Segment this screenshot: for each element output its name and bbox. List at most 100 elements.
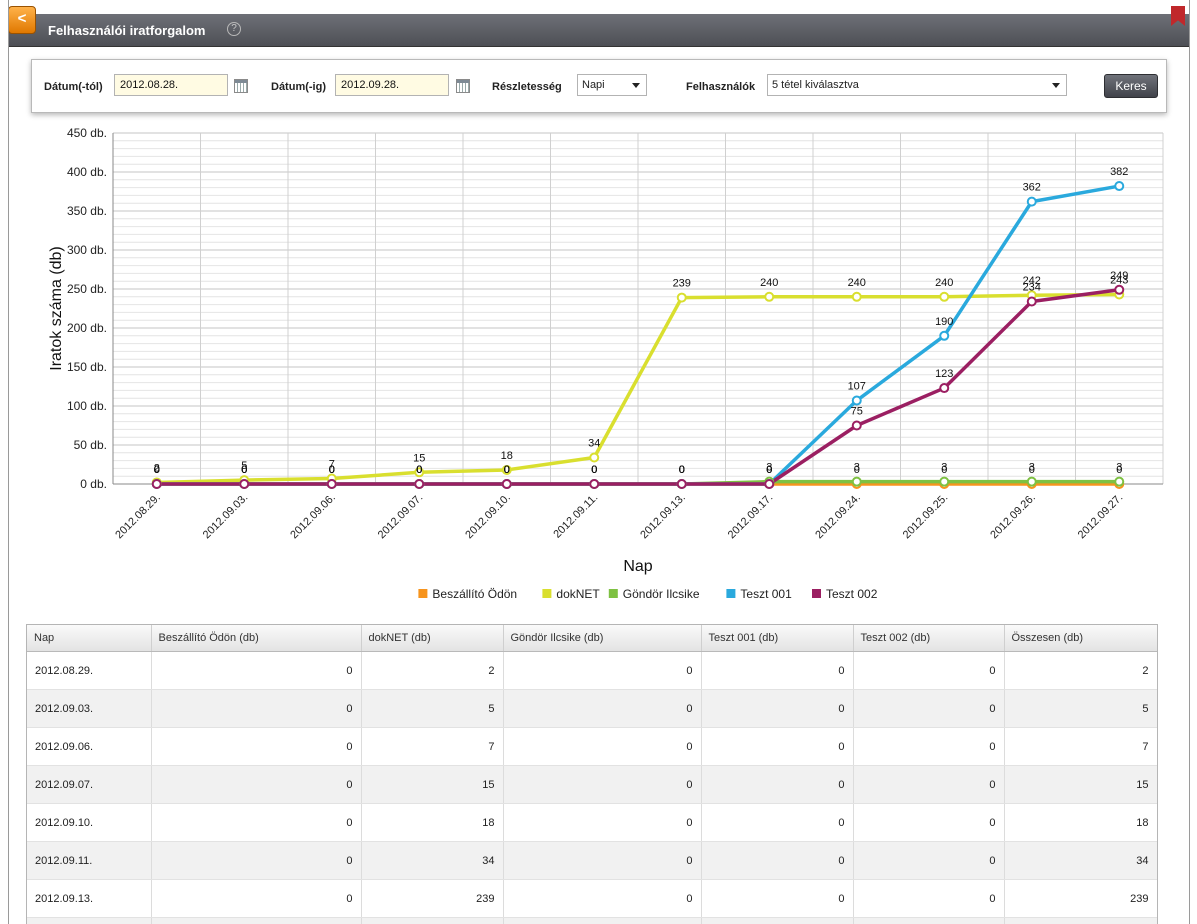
row-value-cell: 0 [701,765,854,804]
legend-label: dokNET [556,587,600,601]
data-label: 234 [1023,281,1041,293]
data-label: 249 [1110,270,1128,282]
row-value-cell [361,917,504,924]
data-label: 0 [329,464,335,476]
data-point[interactable] [1026,196,1037,207]
data-point[interactable] [1114,476,1125,487]
data-point[interactable] [851,476,862,487]
data-point[interactable] [676,479,687,489]
data-point[interactable] [851,420,862,431]
data-label: 18 [501,450,513,462]
x-tick-label: 2012.08.29. [113,492,163,542]
row-value-cell: 0 [853,803,1005,842]
data-point[interactable] [851,395,862,406]
column-header[interactable]: Beszállító Ödön (db) [151,625,362,652]
row-value-cell: 2 [361,651,504,690]
x-tick-label: 2012.09.24. [813,492,863,542]
row-date-cell: 2012.09.07. [27,765,152,804]
data-point[interactable] [939,383,950,394]
y-tick-label: 50 db. [74,438,107,452]
row-value-cell: 7 [1004,727,1157,766]
table-row[interactable]: 2012.09.11. 0 34 0 0 0 34 [27,841,1157,880]
data-point[interactable] [501,479,512,489]
row-date-cell [27,917,152,924]
row-date-cell: 2012.09.13. [27,879,152,918]
data-point[interactable] [939,476,950,487]
data-point[interactable] [1026,296,1037,307]
row-value-cell: 0 [503,765,702,804]
data-label: 0 [679,464,685,476]
x-tick-label: 2012.09.25. [901,492,951,542]
legend-label: Teszt 001 [740,587,792,601]
y-tick-label: 300 db. [67,243,107,257]
data-point[interactable] [1114,284,1125,295]
data-point[interactable] [676,292,687,303]
row-value-cell: 0 [853,879,1005,918]
data-point[interactable] [764,479,775,489]
table-row[interactable]: 2012.09.07. 0 15 0 0 0 15 [27,765,1157,804]
data-table: Nap Beszállító Ödön (db) dokNET (db) Gön… [27,625,1157,924]
x-tick-label: 2012.09.06. [288,492,338,542]
column-header[interactable]: Nap [27,625,152,652]
data-point[interactable] [939,330,950,341]
row-value-cell: 0 [503,727,702,766]
column-header[interactable]: Göndör Ilcsike (db) [503,625,702,652]
row-value-cell: 18 [361,803,504,842]
row-value-cell: 0 [503,879,702,918]
data-label: 3 [941,462,947,474]
data-label: 3 [1116,462,1122,474]
table-row[interactable]: 2012.08.29. 0 2 0 0 0 2 [27,651,1157,690]
table-row[interactable]: 2012.09.13. 0 239 0 0 0 239 [27,879,1157,918]
legend-label: Beszállító Ödön [432,587,517,601]
data-point[interactable] [414,479,425,489]
data-label: 0 [766,464,772,476]
report-window: < Felhasználói iratforgalom ? Dátum(-tól… [8,0,1190,924]
data-point[interactable] [589,452,600,463]
data-label: 0 [591,464,597,476]
data-label: 0 [241,464,247,476]
column-header[interactable]: dokNET (db) [361,625,504,652]
data-point[interactable] [851,291,862,302]
row-value-cell: 0 [151,841,362,880]
column-header[interactable]: Összesen (db) [1004,625,1157,652]
data-point[interactable] [151,479,162,489]
table-row[interactable]: 2012.09.06. 0 7 0 0 0 7 [27,727,1157,766]
data-point[interactable] [1026,476,1037,487]
y-tick-label: 200 db. [67,321,107,335]
data-label: 34 [588,437,600,449]
legend-label: Göndör Ilcsike [623,587,700,601]
data-point[interactable] [764,291,775,302]
data-table-container: Nap Beszállító Ödön (db) dokNET (db) Gön… [26,624,1158,924]
x-tick-label: 2012.09.17. [726,492,776,542]
row-value-cell: 0 [503,803,702,842]
x-tick-label: 2012.09.13. [638,492,688,542]
data-label: 107 [848,381,866,393]
data-label: 3 [1029,462,1035,474]
x-tick-label: 2012.09.07. [376,492,426,542]
row-value-cell: 2 [1004,651,1157,690]
row-value-cell: 239 [1004,879,1157,918]
data-label: 123 [935,368,953,380]
table-row[interactable]: 2012.09.03. 0 5 0 0 0 5 [27,689,1157,728]
data-point[interactable] [1114,181,1125,192]
row-value-cell: 239 [361,879,504,918]
data-point[interactable] [239,479,250,489]
line-chart: 0 db. 50 db. 100 db. 150 db. 200 db. 250 db. 3… [48,126,1164,601]
row-value-cell: 0 [503,651,702,690]
row-value-cell: 0 [853,689,1005,728]
data-point[interactable] [939,291,950,302]
data-label: 239 [673,278,691,290]
row-value-cell: 7 [361,727,504,766]
row-value-cell: 15 [1004,765,1157,804]
row-value-cell: 5 [361,689,504,728]
data-point[interactable] [326,479,337,489]
table-row[interactable] [27,917,1157,924]
y-axis-title: Iratok száma (db) [48,246,65,370]
table-row[interactable]: 2012.09.10. 0 18 0 0 0 18 [27,803,1157,842]
row-value-cell [1004,917,1157,924]
column-header[interactable]: Teszt 002 (db) [853,625,1005,652]
row-value-cell [853,917,1005,924]
data-label: 382 [1110,166,1128,178]
data-point[interactable] [589,479,600,489]
column-header[interactable]: Teszt 001 (db) [701,625,854,652]
